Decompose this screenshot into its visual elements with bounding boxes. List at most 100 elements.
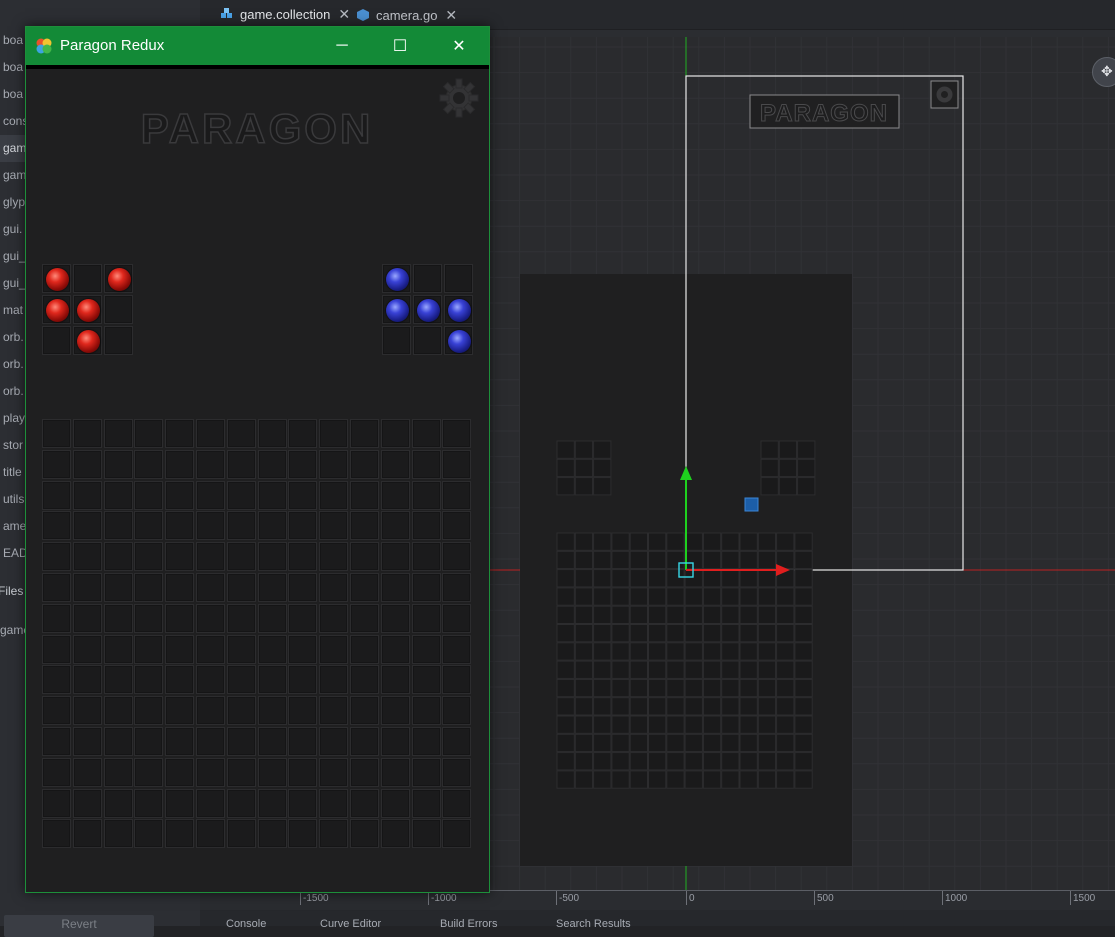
board-cell[interactable]	[350, 480, 379, 510]
board-cell[interactable]	[411, 603, 441, 633]
board-cell[interactable]	[350, 819, 379, 849]
move-tool-button[interactable]: ✥	[1092, 57, 1115, 87]
board-cell[interactable]	[288, 819, 318, 849]
board-cell[interactable]	[319, 542, 349, 572]
board-cell[interactable]	[411, 449, 441, 479]
board-cell[interactable]	[103, 603, 133, 633]
board-cell[interactable]	[165, 603, 195, 633]
board-cell[interactable]	[411, 819, 441, 849]
board-cell[interactable]	[288, 696, 318, 726]
board-cell[interactable]	[380, 511, 410, 541]
board-cell[interactable]	[257, 449, 287, 479]
board-cell[interactable]	[319, 788, 349, 818]
board-cell[interactable]	[257, 603, 287, 633]
board-cell[interactable]	[380, 573, 410, 602]
board-cell[interactable]	[72, 634, 102, 664]
board-cell[interactable]	[226, 696, 256, 726]
window-titlebar[interactable]: Paragon Redux ─ ☐ ✕	[26, 27, 489, 65]
board-cell[interactable]	[319, 603, 349, 633]
blue-orb-icon[interactable]	[386, 299, 409, 322]
board-cell[interactable]	[442, 511, 472, 541]
board-cell[interactable]	[196, 449, 225, 479]
board-cell[interactable]	[380, 727, 410, 756]
board-cell[interactable]	[350, 665, 379, 695]
board-cell[interactable]	[196, 573, 225, 602]
board-cell[interactable]	[165, 542, 195, 572]
board-cell[interactable]	[350, 788, 379, 818]
board-cell[interactable]	[196, 542, 225, 572]
board-cell[interactable]	[380, 819, 410, 849]
board-cell[interactable]	[103, 665, 133, 695]
board-cell[interactable]	[319, 757, 349, 787]
board-cell[interactable]	[134, 757, 164, 787]
board-cell[interactable]	[226, 419, 256, 448]
board-cell[interactable]	[288, 634, 318, 664]
board-cell[interactable]	[42, 295, 71, 324]
board-cell[interactable]	[72, 788, 102, 818]
minimize-button[interactable]: ─	[313, 27, 371, 65]
board-cell[interactable]	[72, 449, 102, 479]
board-cell[interactable]	[319, 727, 349, 756]
board-cell[interactable]	[350, 603, 379, 633]
board-cell[interactable]	[226, 542, 256, 572]
board-cell[interactable]	[444, 295, 473, 324]
board-cell[interactable]	[411, 788, 441, 818]
board-cell[interactable]	[42, 603, 71, 633]
board-cell[interactable]	[72, 696, 102, 726]
board-cell[interactable]	[196, 419, 225, 448]
board-cell[interactable]	[103, 634, 133, 664]
board-cell[interactable]	[42, 511, 71, 541]
board-cell[interactable]	[196, 480, 225, 510]
board-cell[interactable]	[257, 634, 287, 664]
board-cell[interactable]	[442, 573, 472, 602]
board-cell[interactable]	[442, 757, 472, 787]
board-cell[interactable]	[382, 326, 411, 355]
board-cell[interactable]	[380, 480, 410, 510]
board-cell[interactable]	[442, 819, 472, 849]
board-cell[interactable]	[442, 480, 472, 510]
red-orb-icon[interactable]	[77, 299, 100, 322]
board-cell[interactable]	[288, 480, 318, 510]
board-cell[interactable]	[380, 603, 410, 633]
board-cell[interactable]	[350, 696, 379, 726]
board-cell[interactable]	[196, 727, 225, 756]
board-cell[interactable]	[257, 573, 287, 602]
board-cell[interactable]	[442, 665, 472, 695]
board-cell[interactable]	[442, 788, 472, 818]
board-cell[interactable]	[319, 511, 349, 541]
red-orb-icon[interactable]	[108, 268, 131, 291]
board-cell[interactable]	[226, 573, 256, 602]
bottom-tab[interactable]: Build Errors	[440, 918, 497, 930]
board-cell[interactable]	[103, 757, 133, 787]
board-cell[interactable]	[42, 480, 71, 510]
game-window[interactable]: Paragon Redux ─ ☐ ✕ PARAGON	[25, 26, 490, 893]
board-cell[interactable]	[134, 665, 164, 695]
board-cell[interactable]	[257, 542, 287, 572]
board-cell[interactable]	[165, 480, 195, 510]
board-cell[interactable]	[42, 326, 71, 355]
board-cell[interactable]	[165, 511, 195, 541]
board-cell[interactable]	[319, 634, 349, 664]
board-cell[interactable]	[380, 696, 410, 726]
board-cell[interactable]	[42, 757, 71, 787]
board-cell[interactable]	[42, 819, 71, 849]
board-cell[interactable]	[134, 449, 164, 479]
board-cell[interactable]	[103, 696, 133, 726]
board-cell[interactable]	[196, 603, 225, 633]
board-cell[interactable]	[319, 665, 349, 695]
board-cell[interactable]	[413, 264, 442, 293]
close-button[interactable]: ✕	[430, 27, 488, 65]
board-cell[interactable]	[104, 326, 133, 355]
blue-orb-icon[interactable]	[417, 299, 440, 322]
board-cell[interactable]	[257, 665, 287, 695]
board-cell[interactable]	[196, 819, 225, 849]
board-cell[interactable]	[380, 449, 410, 479]
board-cell[interactable]	[42, 449, 71, 479]
board-cell[interactable]	[442, 449, 472, 479]
board-cell[interactable]	[196, 696, 225, 726]
board-cell[interactable]	[380, 665, 410, 695]
gear-icon[interactable]	[438, 77, 480, 119]
board-cell[interactable]	[382, 295, 411, 324]
board-cell[interactable]	[226, 634, 256, 664]
board-cell[interactable]	[288, 727, 318, 756]
